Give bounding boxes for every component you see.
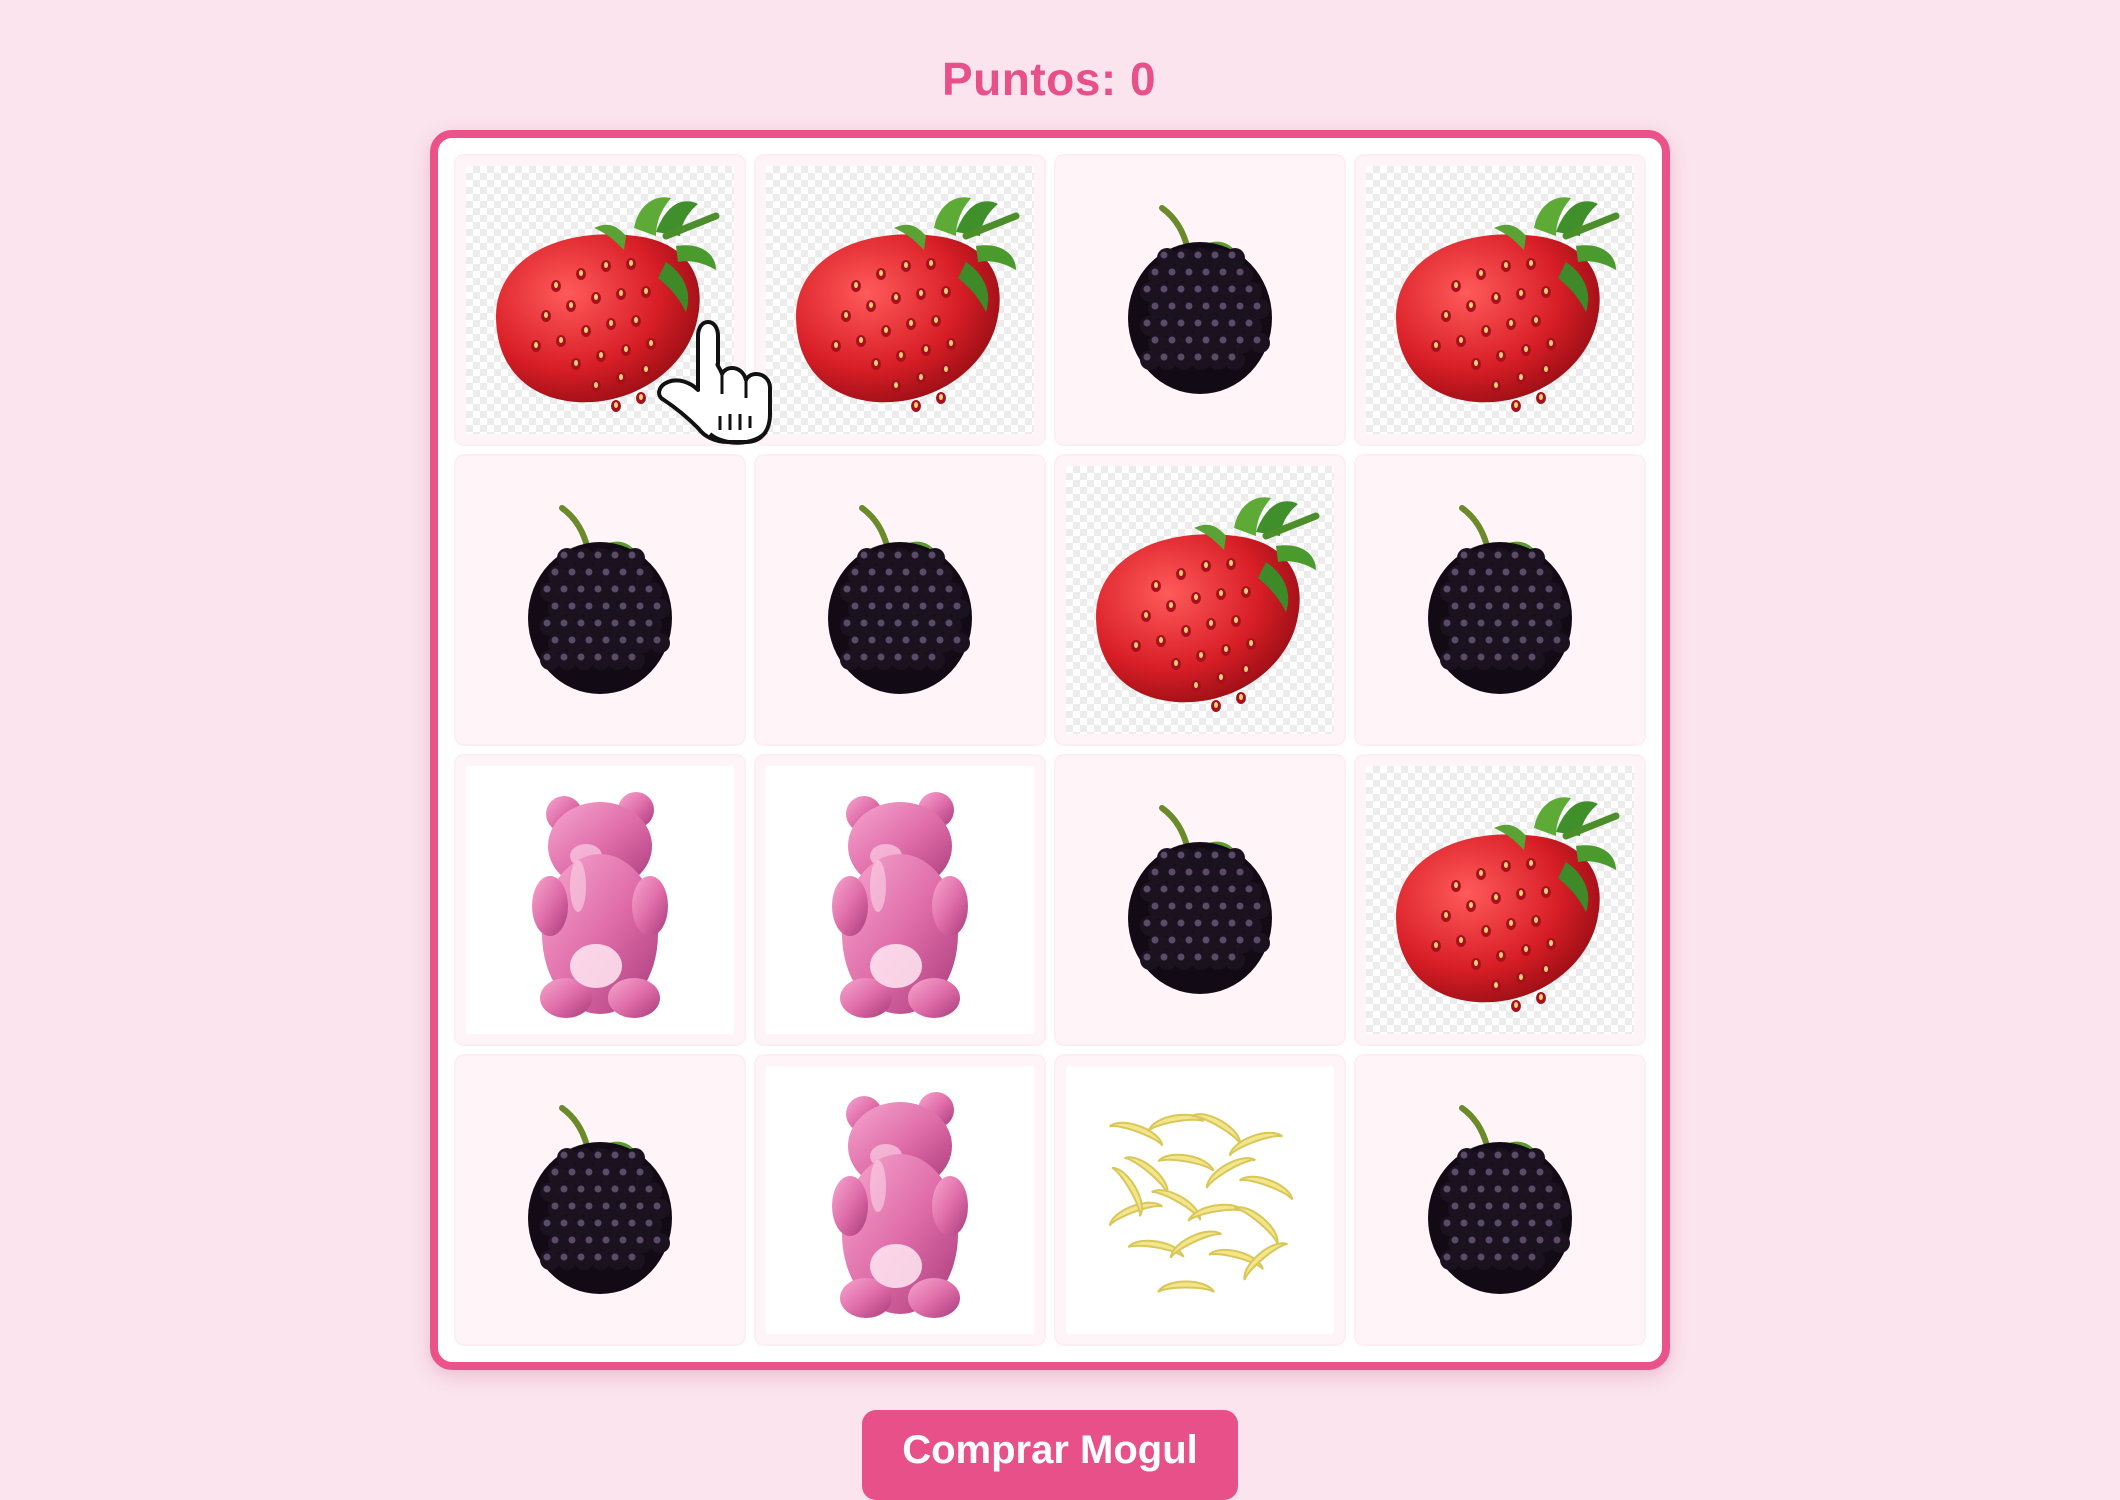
gummy-bear-card-icon	[466, 766, 734, 1034]
card-cell[interactable]	[454, 454, 746, 746]
card-cell[interactable]	[1354, 1054, 1646, 1346]
card-cell[interactable]	[454, 754, 746, 1046]
card-cell[interactable]	[1054, 1054, 1346, 1346]
gummy-bear-card-icon	[766, 1066, 1034, 1334]
blackberry-card-icon	[466, 466, 734, 734]
card-cell[interactable]	[1054, 454, 1346, 746]
card-cell[interactable]	[1054, 754, 1346, 1046]
card-cell[interactable]	[1354, 454, 1646, 746]
card-cell[interactable]	[754, 754, 1046, 1046]
card-cell[interactable]	[454, 1054, 746, 1346]
card-cell[interactable]	[754, 154, 1046, 446]
card-cell[interactable]	[1054, 154, 1346, 446]
score-label: Puntos: 0	[941, 53, 1157, 105]
strawberry-card-icon	[1366, 166, 1634, 434]
blackberry-card-icon	[1066, 166, 1334, 434]
blackberry-card-icon	[1366, 1066, 1634, 1334]
card-cell[interactable]	[1354, 154, 1646, 446]
strawberry-card-icon	[766, 166, 1034, 434]
game-board	[430, 130, 1670, 1370]
card-grid	[454, 154, 1646, 1346]
blackberry-card-icon	[1066, 766, 1334, 1034]
blackberry-card-icon	[466, 1066, 734, 1334]
card-cell[interactable]	[1354, 754, 1646, 1046]
card-cell[interactable]	[754, 1054, 1046, 1346]
banana-candy-card-icon	[1066, 1066, 1334, 1334]
blackberry-card-icon	[766, 466, 1034, 734]
card-cell[interactable]	[454, 154, 746, 446]
blackberry-card-icon	[1366, 466, 1634, 734]
strawberry-card-icon	[1066, 466, 1334, 734]
strawberry-card-icon	[466, 166, 734, 434]
card-cell[interactable]	[754, 454, 1046, 746]
strawberry-card-icon	[1366, 766, 1634, 1034]
gummy-bear-card-icon	[766, 766, 1034, 1034]
buy-mogul-button[interactable]: Comprar Mogul	[862, 1410, 1238, 1500]
